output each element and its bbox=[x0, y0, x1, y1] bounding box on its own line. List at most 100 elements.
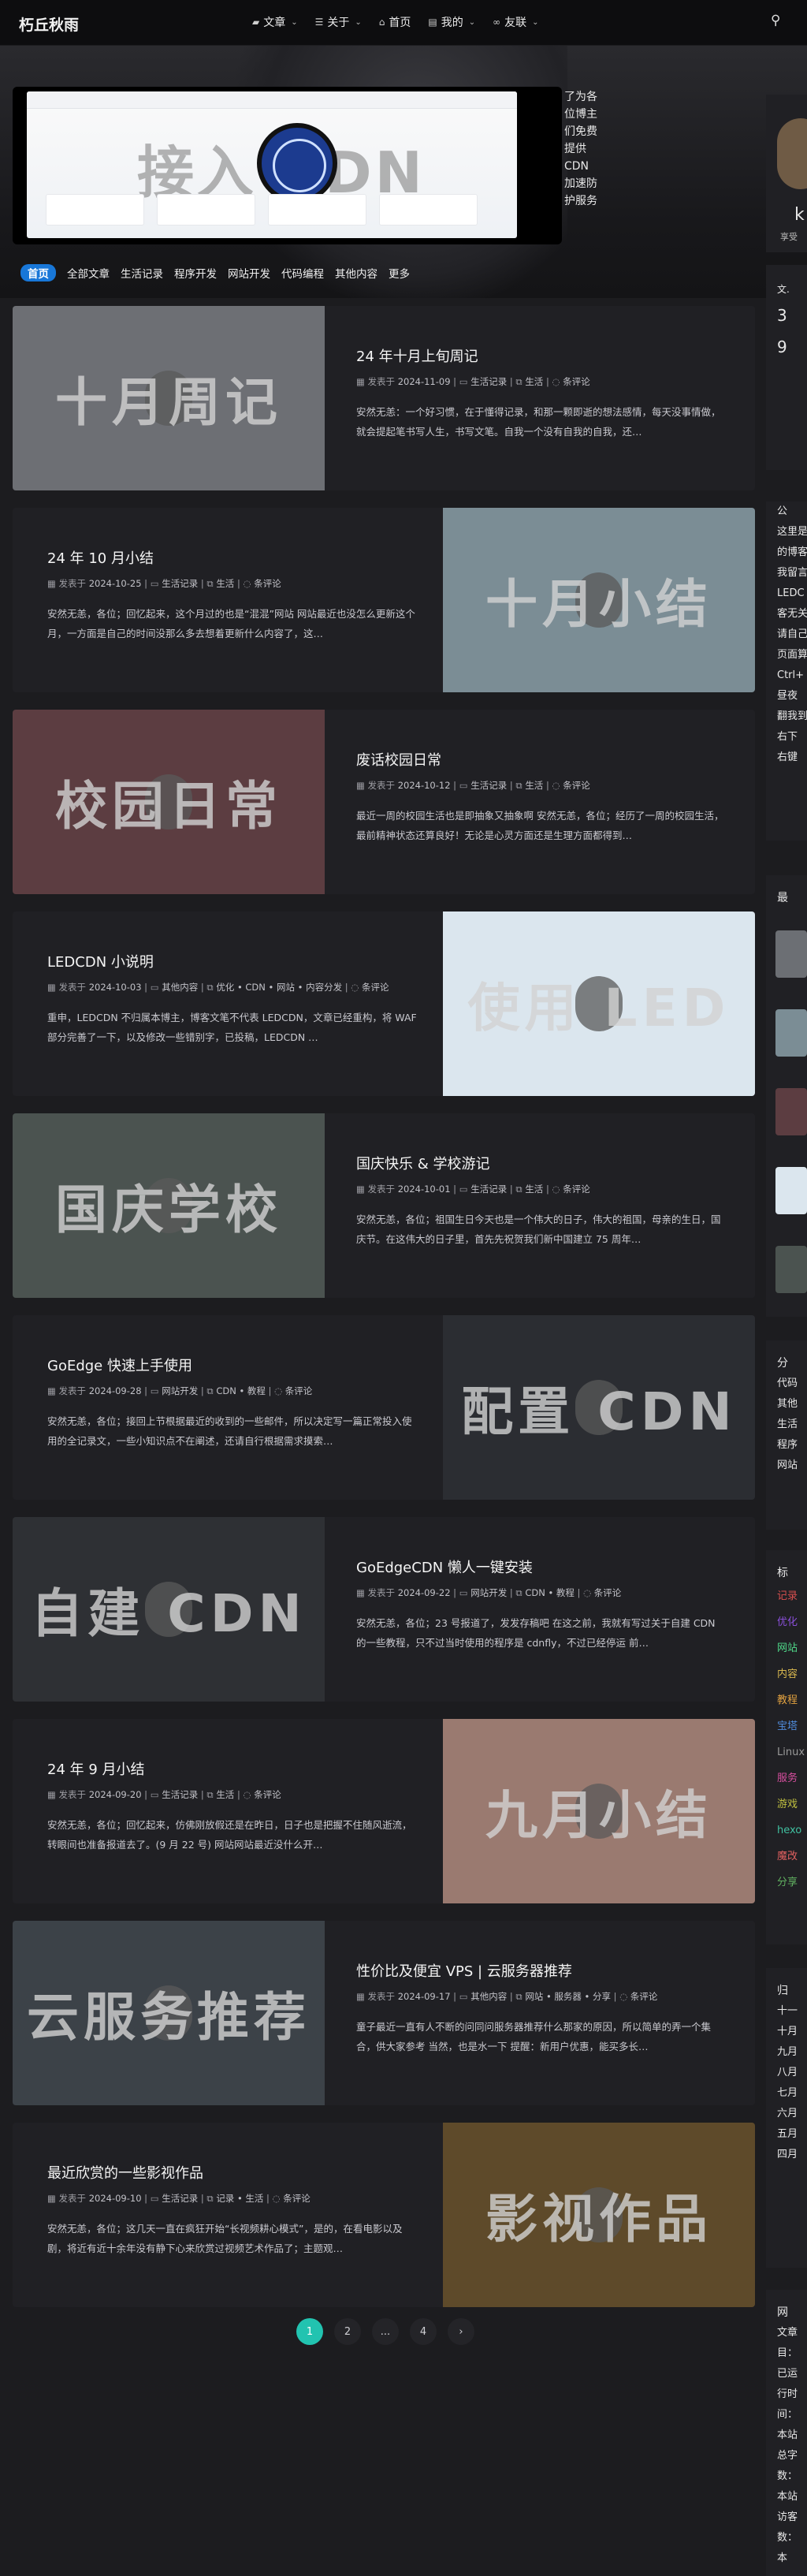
tag-item[interactable]: hexo bbox=[766, 1817, 807, 1843]
sidebar-item[interactable]: 公 bbox=[766, 501, 807, 522]
sidebar-item[interactable]: 请自己 bbox=[766, 624, 807, 645]
sidebar-item[interactable]: 十月 bbox=[766, 2022, 807, 2042]
post-thumbnail[interactable]: 校园日常 bbox=[13, 710, 325, 894]
sidebar-item[interactable]: 右下 bbox=[766, 727, 807, 747]
post-category[interactable]: 生活记录 bbox=[162, 1789, 198, 1800]
post-thumbnail[interactable]: 十月小结 bbox=[443, 508, 755, 692]
post-title[interactable]: 24 年十月上旬周记 bbox=[356, 345, 478, 366]
sidebar-item[interactable]: 总字 bbox=[766, 2446, 807, 2466]
sidebar-item[interactable]: Ctrl+ bbox=[766, 665, 807, 686]
post-comments[interactable]: 条评论 bbox=[594, 1587, 622, 1598]
post-thumbnail[interactable]: 自建 CDN bbox=[13, 1517, 325, 1702]
post-category[interactable]: 生活记录 bbox=[162, 2193, 198, 2204]
sidebar-item[interactable]: 七月 bbox=[766, 2083, 807, 2104]
sidebar-item[interactable]: 六月 bbox=[766, 2104, 807, 2124]
sidebar-item[interactable]: 五月 bbox=[766, 2124, 807, 2145]
sidebar-item[interactable]: 本站 bbox=[766, 2487, 807, 2507]
post-category[interactable]: 生活记录 bbox=[162, 578, 198, 589]
category-tab[interactable]: 更多 bbox=[389, 265, 410, 281]
post-tags[interactable]: 生活 bbox=[216, 578, 234, 589]
tag-item[interactable]: 记录 bbox=[766, 1583, 807, 1609]
sidebar-item[interactable]: 昼夜 bbox=[766, 686, 807, 706]
post-tags[interactable]: CDN • 教程 bbox=[525, 1587, 575, 1598]
post-tags[interactable]: 记录 • 生活 bbox=[216, 2193, 263, 2204]
sidebar-item[interactable]: 访客 bbox=[766, 2507, 807, 2528]
post-card[interactable]: 校园日常 废话校园日常 ▦ 发表于 2024-10-12 | ▭ 生活记录 | ⧉ … bbox=[13, 710, 755, 894]
nav-item-articles[interactable]: ▰ 文章 ⌄ bbox=[252, 14, 298, 30]
tag-item[interactable]: 网站 bbox=[766, 1635, 807, 1661]
sidebar-item[interactable]: LEDC bbox=[766, 583, 807, 604]
sidebar-item[interactable]: 已运 bbox=[766, 2364, 807, 2384]
post-category[interactable]: 网站开发 bbox=[162, 1385, 198, 1396]
page-button[interactable]: › bbox=[448, 2318, 474, 2345]
post-category[interactable]: 网站开发 bbox=[470, 1587, 507, 1598]
tag-item[interactable]: 服务 bbox=[766, 1765, 807, 1791]
sidebar-item[interactable]: 本 bbox=[766, 2548, 807, 2569]
post-comments[interactable]: 条评论 bbox=[563, 1184, 590, 1195]
sidebar-item[interactable]: 的博客 bbox=[766, 542, 807, 563]
sidebar-item[interactable]: 数： bbox=[766, 2528, 807, 2548]
sidebar-item[interactable]: 网站 bbox=[766, 1456, 807, 1476]
tag-item[interactable]: 游戏 bbox=[766, 1791, 807, 1817]
post-comments[interactable]: 条评论 bbox=[285, 1385, 313, 1396]
tag-item[interactable]: 魔改 bbox=[766, 1843, 807, 1870]
post-title[interactable]: 24 年 9 月小结 bbox=[47, 1758, 145, 1779]
nav-item-mine[interactable]: ▤ 我的 ⌄ bbox=[428, 14, 475, 30]
post-comments[interactable]: 条评论 bbox=[254, 578, 281, 589]
tag-item[interactable]: Linux bbox=[766, 1739, 807, 1765]
category-tab[interactable]: 其他内容 bbox=[335, 265, 377, 281]
post-category[interactable]: 生活记录 bbox=[470, 780, 507, 791]
sidebar-item[interactable]: 九月 bbox=[766, 2042, 807, 2063]
post-thumbnail[interactable]: 国庆学校 bbox=[13, 1113, 325, 1298]
nav-item-home[interactable]: ⌂ 首页 bbox=[379, 14, 411, 30]
post-card[interactable]: 国庆学校 国庆快乐 & 学校游记 ▦ 发表于 2024-10-01 | ▭ 生活记录… bbox=[13, 1113, 755, 1298]
sidebar-item[interactable]: 客无关 bbox=[766, 604, 807, 624]
post-tags[interactable]: 生活 bbox=[525, 376, 543, 387]
post-title[interactable]: 性价比及便宜 VPS | 云服务器推荐 bbox=[356, 1960, 572, 1981]
post-title[interactable]: LEDCDN 小说明 bbox=[47, 951, 154, 971]
post-tags[interactable]: 优化 • CDN • 网站 • 内容分发 bbox=[216, 982, 342, 993]
sidebar-item[interactable]: 这里是 bbox=[766, 522, 807, 542]
post-comments[interactable]: 条评论 bbox=[563, 780, 590, 791]
post-thumbnail[interactable]: 影视作品 bbox=[443, 2123, 755, 2307]
post-category[interactable]: 生活记录 bbox=[470, 376, 507, 387]
avatar[interactable] bbox=[777, 118, 807, 189]
post-title[interactable]: GoEdgeCDN 懒人一键安装 bbox=[356, 1556, 533, 1577]
search-icon[interactable]: ⚲ bbox=[771, 13, 780, 28]
category-tab[interactable]: 首页 bbox=[20, 264, 56, 281]
post-card[interactable]: 自建 CDN GoEdgeCDN 懒人一键安装 ▦ 发表于 2024-09-22 |… bbox=[13, 1517, 755, 1702]
category-tab[interactable]: 代码编程 bbox=[281, 265, 324, 281]
post-category[interactable]: 其他内容 bbox=[162, 982, 198, 993]
site-logo[interactable]: 朽丘秋雨 bbox=[19, 13, 79, 35]
category-tab[interactable]: 程序开发 bbox=[174, 265, 217, 281]
sidebar-item[interactable]: 右键 bbox=[766, 747, 807, 768]
post-tags[interactable]: 生活 bbox=[216, 1789, 234, 1800]
sidebar-item[interactable]: 页面算 bbox=[766, 645, 807, 665]
post-card[interactable]: 云服务推荐 性价比及便宜 VPS | 云服务器推荐 ▦ 发表于 2024-09-17… bbox=[13, 1921, 755, 2105]
banner-image[interactable]: 接入 CDN bbox=[27, 91, 517, 238]
post-category[interactable]: 其他内容 bbox=[470, 1991, 507, 2002]
post-thumbnail[interactable]: 使用 LED bbox=[443, 911, 755, 1096]
sidebar-item[interactable]: 我留言 bbox=[766, 563, 807, 583]
post-comments[interactable]: 条评论 bbox=[630, 1991, 658, 2002]
post-title[interactable]: 废话校园日常 bbox=[356, 749, 441, 770]
post-card[interactable]: 使用 LED LEDCDN 小说明 ▦ 发表于 2024-10-03 | ▭ 其他内… bbox=[13, 911, 755, 1096]
page-button[interactable]: 1 bbox=[296, 2318, 323, 2345]
post-title[interactable]: 国庆快乐 & 学校游记 bbox=[356, 1153, 489, 1173]
post-tags[interactable]: 生活 bbox=[525, 780, 543, 791]
post-card[interactable]: 十月小结 24 年 10 月小结 ▦ 发表于 2024-10-25 | ▭ 生活记录… bbox=[13, 508, 755, 692]
sidebar-item[interactable]: 行时 bbox=[766, 2384, 807, 2405]
tag-item[interactable]: 内容 bbox=[766, 1661, 807, 1687]
sidebar-item[interactable]: 八月 bbox=[766, 2063, 807, 2083]
tag-item[interactable]: 宝塔 bbox=[766, 1713, 807, 1739]
post-category[interactable]: 生活记录 bbox=[470, 1184, 507, 1195]
sidebar-item[interactable]: 间： bbox=[766, 2405, 807, 2425]
post-card[interactable]: 九月小结 24 年 9 月小结 ▦ 发表于 2024-09-20 | ▭ 生活记录 … bbox=[13, 1719, 755, 1903]
sidebar-item[interactable]: 文章 bbox=[766, 2323, 807, 2343]
post-card[interactable]: 影视作品 最近欣赏的一些影视作品 ▦ 发表于 2024-09-10 | ▭ 生活记录… bbox=[13, 2123, 755, 2307]
post-tags[interactable]: CDN • 教程 bbox=[216, 1385, 266, 1396]
post-thumbnail[interactable]: 九月小结 bbox=[443, 1719, 755, 1903]
post-thumbnail[interactable]: 十月周记 bbox=[13, 306, 325, 490]
post-comments[interactable]: 条评论 bbox=[254, 1789, 281, 1800]
tag-item[interactable]: 优化 bbox=[766, 1609, 807, 1635]
